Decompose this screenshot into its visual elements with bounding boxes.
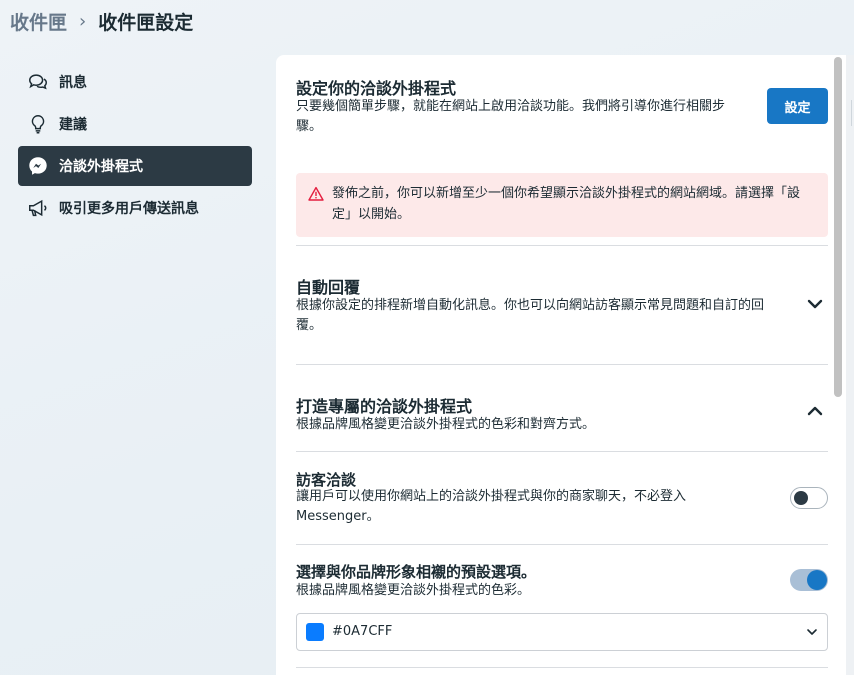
background-divider [851, 100, 852, 126]
brand-preset-description: 根據品牌風格變更洽談外掛程式的色彩。 [296, 583, 531, 598]
section-divider [296, 544, 828, 545]
brand-preset-toggle[interactable] [790, 569, 828, 591]
background-strip [846, 55, 854, 675]
scrollbar-thumb[interactable] [834, 57, 842, 397]
setup-title: 設定你的洽談外掛程式 [296, 79, 457, 98]
chevron-down-icon[interactable] [806, 295, 824, 313]
toggle-knob [794, 491, 808, 505]
visitor-chat-description: 讓用戶可以使用你網站上的洽談外掛程式與你的商家聊天，不必登入 Messenger… [296, 489, 687, 524]
toggle-knob [807, 570, 827, 590]
sidebar-item-label: 洽談外掛程式 [59, 159, 143, 175]
breadcrumb: 收件匣 › 收件匣設定 [10, 6, 193, 36]
breadcrumb-separator: › [79, 10, 87, 32]
chat-bubbles-icon [29, 74, 47, 90]
section-divider [296, 451, 828, 452]
sidebar-item-chat-plugin[interactable]: 洽談外掛程式 [18, 146, 252, 186]
chevron-up-icon[interactable] [806, 402, 824, 420]
chevron-down-icon [807, 629, 817, 635]
lightbulb-icon [31, 115, 45, 134]
sidebar-item-label: 建議 [59, 117, 87, 133]
brand-preset-title: 選擇與你品牌形象相襯的預設選項。 [296, 563, 537, 581]
color-value: #0A7CFF [332, 624, 393, 639]
page-title: 收件匣設定 [98, 11, 194, 34]
visitor-chat-toggle[interactable] [790, 487, 828, 509]
warning-text: 發佈之前，你可以新增至少一個你希望顯示洽談外掛程式的網站網域。請選擇「設定」以開… [332, 186, 801, 222]
auto-reply-title: 自動回覆 [296, 278, 361, 297]
megaphone-icon [29, 199, 47, 217]
warning-banner: 發佈之前，你可以新增至少一個你希望顯示洽談外掛程式的網站網域。請選擇「設定」以開… [296, 173, 828, 237]
customize-title: 打造專屬的洽談外掛程式 [296, 397, 473, 416]
customize-description: 根據品牌風格變更洽談外掛程式的色彩和對齊方式。 [296, 417, 596, 432]
setup-description: 只要幾個簡單步驟，就能在網站上啟用洽談功能。我們將引導你進行相關步驟。 [296, 99, 726, 134]
section-divider [296, 245, 828, 246]
warning-triangle-icon [308, 186, 324, 201]
sidebar-item-suggestions[interactable]: 建議 [18, 104, 252, 144]
sidebar: 訊息 建議 洽談外掛程式 吸引更多用戶傳送訊息 [18, 62, 252, 230]
settings-panel: 設定你的洽談外掛程式 只要幾個簡單步驟，就能在網站上啟用洽談功能。我們將引導你進… [276, 55, 846, 675]
setup-button[interactable]: 設定 [767, 88, 828, 124]
sidebar-item-messages[interactable]: 訊息 [18, 62, 252, 102]
breadcrumb-parent[interactable]: 收件匣 [10, 8, 67, 35]
sidebar-item-label: 吸引更多用戶傳送訊息 [59, 201, 199, 217]
scrollbar[interactable] [828, 55, 846, 675]
messenger-icon [29, 157, 47, 175]
sidebar-item-label: 訊息 [59, 75, 87, 91]
sidebar-item-attract-users[interactable]: 吸引更多用戶傳送訊息 [18, 188, 252, 228]
section-divider [296, 667, 828, 668]
color-select[interactable]: #0A7CFF [296, 613, 828, 651]
auto-reply-description: 根據你設定的排程新增自動化訊息。你也可以向網站訪客顯示常見問題和自訂的回覆。 [296, 298, 765, 333]
section-divider [296, 364, 828, 365]
color-swatch [306, 623, 324, 641]
